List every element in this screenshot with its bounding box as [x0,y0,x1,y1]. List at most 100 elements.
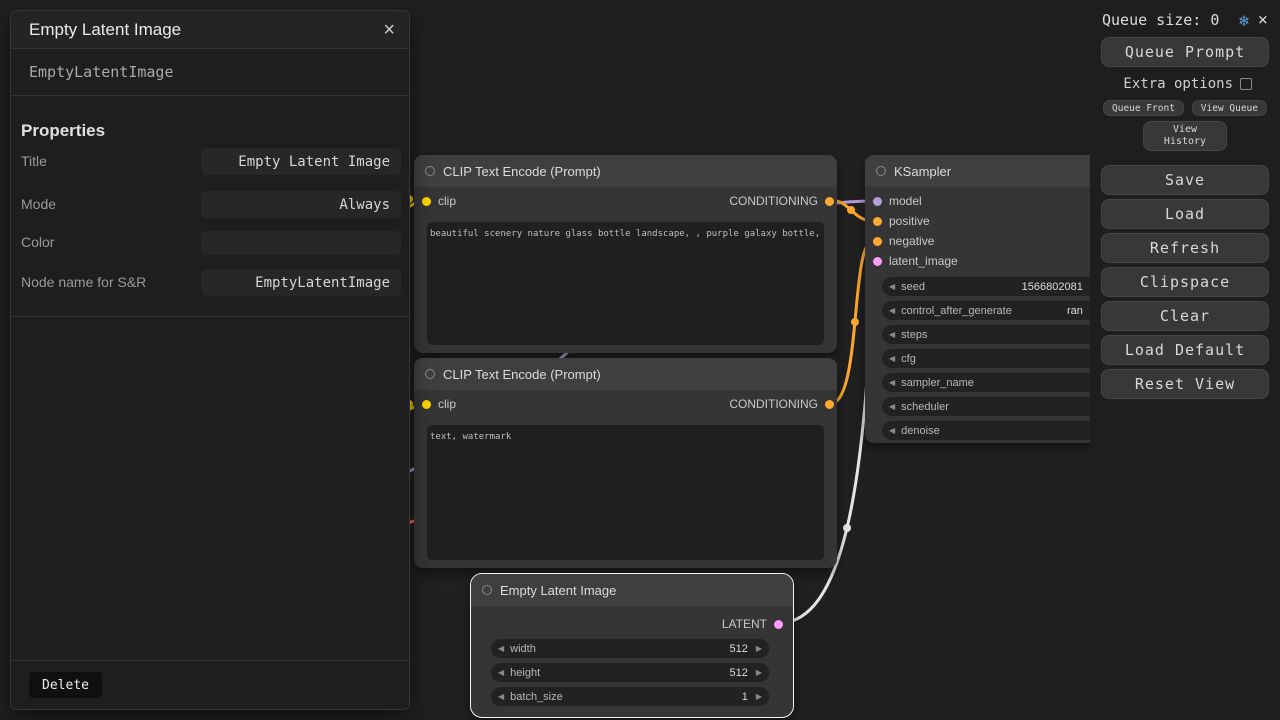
node-empty-latent-image[interactable]: Empty Latent Image LATENT ◀ width 512 ▶ … [470,573,794,718]
node-graph-canvas[interactable]: CLIP Text Encode (Prompt) clip CONDITION… [0,0,1280,720]
queue-front-button[interactable]: Queue Front [1103,100,1184,116]
decrement-arrow-icon[interactable]: ◀ [889,331,895,339]
clip-input-slot[interactable] [422,197,431,206]
model-input-label: model [889,194,922,208]
close-icon[interactable]: × [1258,10,1268,30]
node-title-bar[interactable]: CLIP Text Encode (Prompt) [414,155,837,187]
field-label-mode: Mode [21,195,179,215]
widget-value: 1 [742,691,748,703]
view-queue-button[interactable]: View Queue [1192,100,1267,116]
divider [11,660,409,661]
color-field[interactable] [201,231,401,255]
node-clip-text-encode-positive[interactable]: CLIP Text Encode (Prompt) clip CONDITION… [414,155,837,353]
decrement-arrow-icon[interactable]: ◀ [889,307,895,315]
widget-control-after-generate[interactable]: ◀ control_after_generate ran ▶ [882,301,1122,320]
refresh-button[interactable]: Refresh [1101,233,1269,263]
divider [11,316,409,317]
conditioning-output-label: CONDITIONING [729,194,818,208]
delete-node-button[interactable]: Delete [29,672,102,698]
widget-width[interactable]: ◀ width 512 ▶ [491,639,769,658]
latent-output-slot[interactable] [774,620,783,629]
node-clip-text-encode-negative[interactable]: CLIP Text Encode (Prompt) clip CONDITION… [414,358,837,568]
properties-title: Empty Latent Image [29,20,181,40]
conditioning-output-slot[interactable] [825,197,834,206]
clear-button[interactable]: Clear [1101,301,1269,331]
extra-options-checkbox[interactable] [1240,78,1252,90]
view-history-button[interactable]: View History [1143,121,1227,151]
decrement-arrow-icon[interactable]: ◀ [498,645,504,653]
node-title-bar[interactable]: Empty Latent Image [471,574,793,606]
model-input-slot[interactable] [873,197,882,206]
positive-input-slot[interactable] [873,217,882,226]
node-title: Empty Latent Image [500,583,616,598]
increment-arrow-icon[interactable]: ▶ [756,693,762,701]
widget-steps[interactable]: ◀ steps ▶ [882,325,1122,344]
save-button[interactable]: Save [1101,165,1269,195]
conditioning-output-slot[interactable] [825,400,834,409]
latent-output-label: LATENT [722,617,767,631]
increment-arrow-icon[interactable]: ▶ [756,645,762,653]
widget-label: cfg [901,353,916,365]
node-title-bar[interactable]: CLIP Text Encode (Prompt) [414,358,837,390]
widget-value: 512 [729,643,747,655]
negative-prompt-textarea[interactable]: text, watermark [427,425,824,560]
close-icon[interactable]: × [383,20,395,40]
queue-size-label: Queue size: 0 [1102,11,1219,29]
clip-input-slot[interactable] [422,400,431,409]
widget-denoise[interactable]: ◀ denoise ▶ [882,421,1122,440]
load-button[interactable]: Load [1101,199,1269,229]
node-status-dot-icon [876,166,886,176]
decrement-arrow-icon[interactable]: ◀ [498,693,504,701]
title-field[interactable] [201,148,401,175]
decrement-arrow-icon[interactable]: ◀ [498,669,504,677]
latent-image-input-slot[interactable] [873,257,882,266]
widget-cfg[interactable]: ◀ cfg ▶ [882,349,1122,368]
clipspace-button[interactable]: Clipspace [1101,267,1269,297]
widget-label: height [510,667,540,679]
node-name-sr-field[interactable] [201,269,401,296]
widget-label: width [510,643,536,655]
node-ksampler[interactable]: KSampler model positive negative latent_… [865,155,1125,443]
load-default-button[interactable]: Load Default [1101,335,1269,365]
field-label-node-name-sr: Node name for S&R [21,273,179,293]
reset-view-button[interactable]: Reset View [1101,369,1269,399]
properties-subtitle: EmptyLatentImage [11,49,409,96]
properties-heading: Properties [21,121,105,141]
widget-batch-size[interactable]: ◀ batch_size 1 ▶ [491,687,769,706]
increment-arrow-icon[interactable]: ▶ [756,669,762,677]
decrement-arrow-icon[interactable]: ◀ [889,403,895,411]
decrement-arrow-icon[interactable]: ◀ [889,283,895,291]
link-midpoint-dot [843,524,851,532]
negative-input-label: negative [889,234,934,248]
widget-label: batch_size [510,691,563,703]
field-label-color: Color [21,233,179,253]
conditioning-output-label: CONDITIONING [729,397,818,411]
link-midpoint-dot [851,318,859,326]
widget-sampler-name[interactable]: ◀ sampler_name ▶ [882,373,1122,392]
positive-input-label: positive [889,214,930,228]
widget-height[interactable]: ◀ height 512 ▶ [491,663,769,682]
clip-input-label: clip [438,194,456,208]
latent-image-input-label: latent_image [889,254,958,268]
node-title: KSampler [894,164,951,179]
mode-field[interactable] [201,191,401,218]
settings-gear-icon[interactable]: ❄ [1239,11,1249,30]
node-title-bar[interactable]: KSampler [865,155,1125,187]
widget-scheduler[interactable]: ◀ scheduler ▶ [882,397,1122,416]
node-status-dot-icon [425,166,435,176]
comfy-menu-panel: Queue size: 0 ❄ × Queue Prompt Extra opt… [1090,0,1280,720]
decrement-arrow-icon[interactable]: ◀ [889,427,895,435]
negative-input-slot[interactable] [873,237,882,246]
widget-value: 1566802081 [1022,281,1083,293]
widget-label: steps [901,329,927,341]
node-title: CLIP Text Encode (Prompt) [443,367,601,382]
widget-label: scheduler [901,401,949,413]
queue-prompt-button[interactable]: Queue Prompt [1101,37,1269,67]
decrement-arrow-icon[interactable]: ◀ [889,355,895,363]
node-status-dot-icon [425,369,435,379]
decrement-arrow-icon[interactable]: ◀ [889,379,895,387]
positive-prompt-textarea[interactable]: beautiful scenery nature glass bottle la… [427,222,824,345]
widget-seed[interactable]: ◀ seed 1566802081 ▶ [882,277,1122,296]
widget-label: sampler_name [901,377,974,389]
properties-title-bar: Empty Latent Image × [11,11,409,49]
